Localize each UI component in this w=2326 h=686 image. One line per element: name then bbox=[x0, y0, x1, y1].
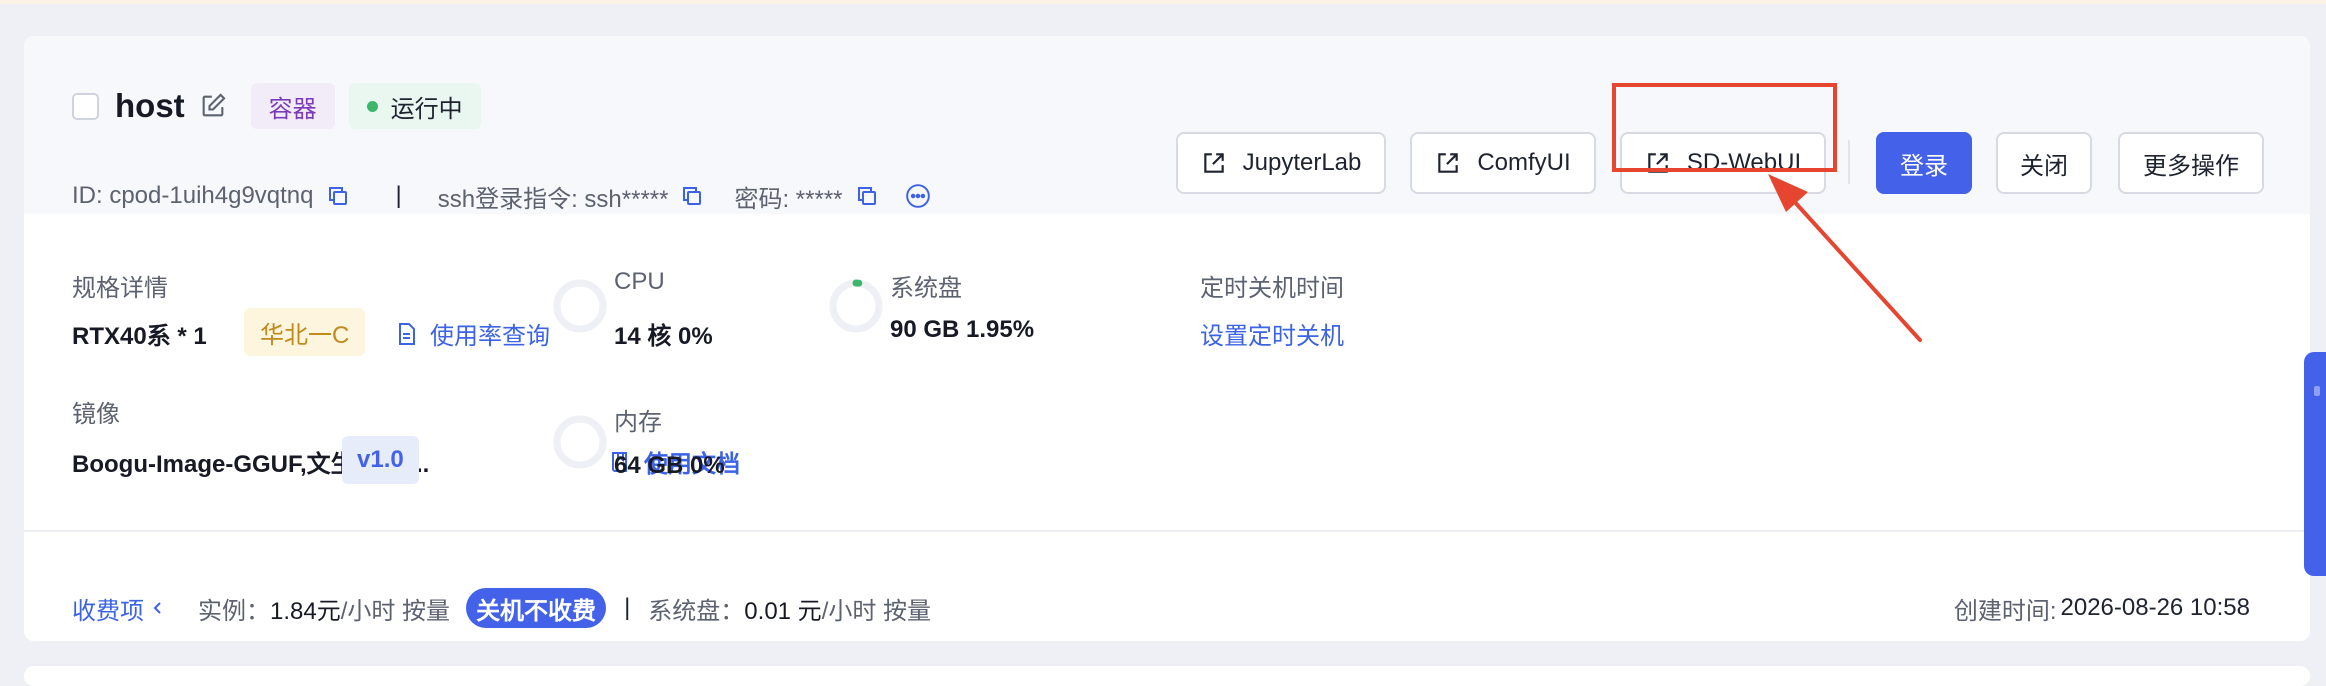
comfyui-label: ComfyUI bbox=[1477, 149, 1571, 176]
shutdown-button[interactable]: 关闭 bbox=[1996, 132, 2092, 194]
disk-fee-price: 0.01 元 bbox=[744, 597, 822, 625]
disk-fee-unit: /小时 按量 bbox=[821, 597, 932, 625]
side-feedback-tab[interactable] bbox=[2304, 352, 2326, 576]
meta-separator: | bbox=[395, 182, 402, 209]
disk-fee-label: 系统盘： bbox=[648, 597, 745, 625]
memory-label: 内存 bbox=[614, 409, 662, 436]
more-info-icon[interactable] bbox=[905, 183, 931, 209]
status-text: 运行中 bbox=[390, 95, 463, 123]
status-badge: 运行中 bbox=[348, 83, 481, 129]
billing-toggle-label: 收费项 bbox=[72, 597, 144, 625]
chevron-left-icon bbox=[153, 602, 161, 614]
instance-card: host 容器 运行中 ID: cpod-1uih4g9vqtnq | ssh登… bbox=[24, 36, 2310, 641]
no-charge-badge: 关机不收费 bbox=[466, 588, 607, 628]
set-schedule-link[interactable]: 设置定时关机 bbox=[1200, 316, 1344, 351]
select-checkbox[interactable] bbox=[72, 92, 99, 120]
footer-divider bbox=[24, 530, 2310, 532]
edit-icon[interactable] bbox=[199, 92, 227, 120]
annotation-arrow bbox=[1768, 174, 1922, 342]
status-dot bbox=[366, 100, 378, 112]
region-badge: 华北一C bbox=[244, 308, 366, 356]
ssh-command: ssh登录指令: ssh***** bbox=[437, 185, 669, 213]
created-value: 2026-08-26 10:58 bbox=[2060, 594, 2251, 621]
jupyterlab-label: JupyterLab bbox=[1242, 149, 1362, 176]
billing-row: 收费项 实例： 1.84元 /小时 按量 关机不收费 | 系统盘： 0.01 元… bbox=[72, 586, 931, 630]
external-link-icon bbox=[1438, 153, 1459, 173]
comfyui-button[interactable]: ComfyUI bbox=[1410, 132, 1596, 194]
copy-ssh-icon[interactable] bbox=[680, 184, 704, 208]
cpu-label: CPU bbox=[614, 268, 665, 295]
side-tab-nub bbox=[2314, 386, 2320, 396]
disk-value: 90 GB 1.95% bbox=[890, 316, 1035, 343]
billing-separator: | bbox=[624, 594, 631, 621]
disk-usage-ring bbox=[829, 279, 883, 333]
created-label: 创建时间: bbox=[1953, 597, 2057, 625]
title-row: host 容器 运行中 bbox=[72, 80, 481, 132]
copy-id-icon[interactable] bbox=[326, 184, 350, 208]
image-label: 镜像 bbox=[72, 401, 120, 428]
copy-password-icon[interactable] bbox=[855, 184, 879, 208]
memory-value: 64 GB 0% bbox=[614, 452, 725, 479]
more-actions-button[interactable]: 更多操作 bbox=[2118, 132, 2264, 194]
billing-toggle[interactable]: 收费项 bbox=[72, 591, 166, 626]
password-text: 密码: ***** bbox=[734, 185, 843, 213]
external-link-icon bbox=[1203, 153, 1224, 173]
instance-fee-price: 1.84元 bbox=[270, 597, 341, 625]
highlight-box bbox=[1612, 83, 1837, 172]
usage-query-link[interactable]: 使用率查询 bbox=[394, 316, 550, 351]
shutdown-label: 关闭 bbox=[2020, 152, 2068, 180]
more-actions-label: 更多操作 bbox=[2143, 152, 2239, 180]
next-card bbox=[24, 666, 2310, 686]
instance-fee-unit: /小时 按量 bbox=[340, 597, 451, 625]
document-icon bbox=[399, 322, 415, 345]
usage-query-label: 使用率查询 bbox=[430, 323, 550, 350]
cpu-usage-ring bbox=[553, 279, 607, 333]
created-time: 创建时间: 2026-08-26 10:58 bbox=[1954, 586, 2250, 630]
spec-label: 规格详情 bbox=[72, 275, 168, 302]
cpu-value: 14 核 0% bbox=[614, 323, 713, 350]
jupyterlab-button[interactable]: JupyterLab bbox=[1176, 132, 1386, 194]
instance-name: host bbox=[115, 87, 185, 124]
memory-usage-ring bbox=[553, 415, 607, 469]
meta-row: ID: cpod-1uih4g9vqtnq | ssh登录指令: ssh****… bbox=[72, 176, 931, 216]
disk-label: 系统盘 bbox=[890, 275, 962, 302]
instance-fee-label: 实例： bbox=[198, 597, 270, 625]
instance-id: ID: cpod-1uih4g9vqtnq bbox=[72, 182, 314, 209]
spec-value: RTX40系 * 1 bbox=[72, 323, 207, 350]
top-strip bbox=[0, 0, 2326, 4]
schedule-label: 定时关机时间 bbox=[1200, 275, 1344, 302]
version-badge: v1.0 bbox=[342, 436, 419, 484]
type-tag: 容器 bbox=[250, 83, 335, 129]
